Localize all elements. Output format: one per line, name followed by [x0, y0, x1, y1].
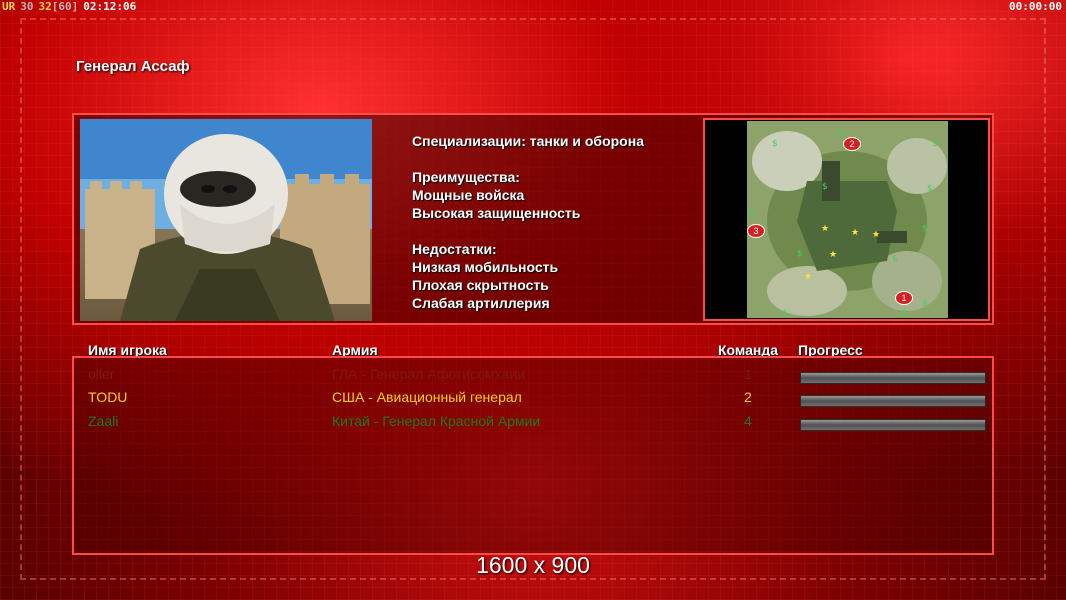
advantage-item: Высокая защищенность	[412, 205, 581, 221]
map-preview: $ $ $ $ $ $ $ $ $ $ $ $ ★ ★ ★ ★ ★ 2 3 1	[747, 121, 948, 318]
disadvantage-item: Слабая артиллерия	[412, 295, 550, 311]
progress-bar	[800, 395, 986, 407]
player-name: oller	[88, 366, 115, 382]
player-army: Китай - Генерал Красной Армии	[332, 413, 541, 429]
svg-text:$: $	[837, 129, 843, 139]
svg-text:★: ★	[872, 230, 880, 240]
svg-text:★: ★	[804, 272, 812, 282]
player-row: TODU США - Авиационный генерал 2	[0, 389, 1066, 413]
svg-text:$: $	[902, 308, 908, 318]
elapsed-time: 02:12:06	[83, 0, 137, 13]
svg-text:$: $	[922, 299, 928, 309]
svg-text:$: $	[922, 224, 928, 234]
player-team: 1	[744, 366, 752, 382]
progress-bar	[800, 419, 986, 431]
timer: 00:00:00	[1009, 0, 1062, 13]
topbar-value-3: [60]	[51, 0, 79, 13]
svg-text:$: $	[822, 182, 828, 192]
disadvantage-item: Плохая скрытность	[412, 277, 549, 293]
player-team: 2	[744, 389, 752, 405]
svg-text:$: $	[892, 254, 898, 264]
advantage-item: Мощные войска	[412, 187, 525, 203]
svg-text:$: $	[749, 209, 755, 219]
ur-label: UR	[2, 0, 16, 13]
svg-text:$: $	[772, 139, 778, 149]
debug-topbar: UR 30 32 [60] 02:12:06 00:00:00	[0, 0, 1066, 14]
svg-text:$: $	[782, 309, 788, 318]
disadvantage-item: Низкая мобильность	[412, 259, 559, 275]
advantages-header: Преимущества:	[412, 169, 520, 185]
svg-text:★: ★	[829, 250, 837, 260]
start-position-marker[interactable]: 2	[843, 137, 861, 151]
svg-text:$: $	[927, 184, 933, 194]
start-position-marker[interactable]: 1	[895, 291, 913, 305]
svg-text:$: $	[797, 249, 803, 259]
progress-bar	[800, 372, 986, 384]
player-name: TODU	[88, 389, 128, 405]
player-row: Zaali Китай - Генерал Красной Армии 4	[0, 413, 1066, 437]
player-name: Zaali	[88, 413, 119, 429]
resolution-label: 1600 x 900	[476, 552, 590, 578]
player-team: 4	[744, 413, 752, 429]
disadvantages-header: Недостатки:	[412, 241, 497, 257]
general-portrait	[80, 119, 372, 321]
topbar-value-2: 32	[38, 0, 52, 13]
topbar-value-1: 30	[20, 0, 34, 13]
general-description: Специализации: танки и оборона Преимущес…	[412, 132, 644, 312]
specialization-text: Специализации: танки и оборона	[412, 133, 644, 149]
player-army: ГЛА - Генерал Афотисомхаии	[332, 366, 525, 382]
svg-text:$: $	[932, 139, 938, 149]
start-position-marker[interactable]: 3	[747, 224, 765, 238]
player-row: oller ГЛА - Генерал Афотисомхаии 1	[0, 366, 1066, 390]
player-army: США - Авиационный генерал	[332, 389, 522, 405]
svg-text:★: ★	[821, 224, 829, 234]
general-title: Генерал Ассаф	[76, 58, 190, 75]
svg-text:★: ★	[851, 228, 859, 238]
